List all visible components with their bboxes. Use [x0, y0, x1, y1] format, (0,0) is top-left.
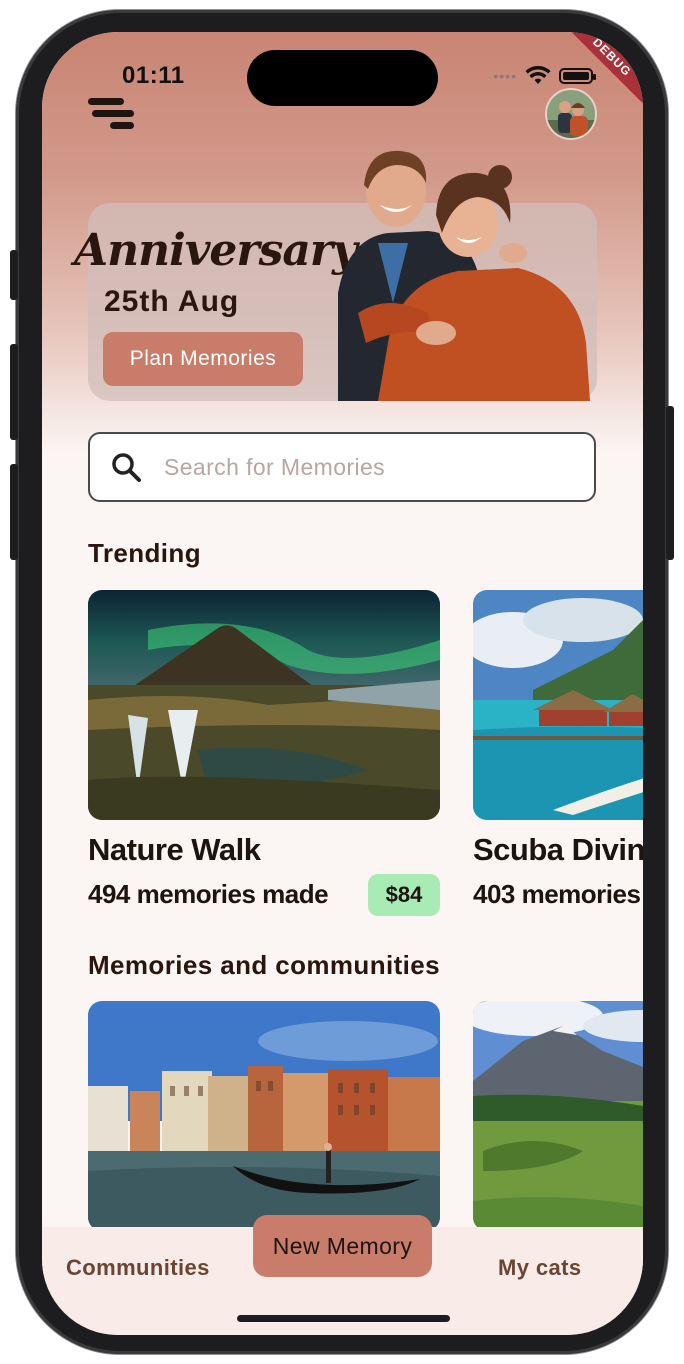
new-memory-button[interactable]: New Memory	[253, 1215, 432, 1277]
nature-walk-name: Nature Walk	[88, 832, 261, 867]
search-icon	[112, 453, 141, 482]
volume-down-button	[10, 464, 18, 560]
banner-title: Anniversary	[74, 225, 358, 276]
dynamic-island	[247, 50, 438, 106]
scuba-diving-image[interactable]	[473, 590, 643, 820]
communities-title: Memories and communities	[88, 950, 441, 980]
volume-up-button	[10, 344, 18, 440]
status-time: 01:11	[122, 62, 185, 89]
menu-icon[interactable]	[88, 98, 134, 130]
battery-icon	[559, 68, 596, 84]
app-screen: 01:11 •••• DEBUG Anniversary 25th Aug Pl…	[42, 32, 643, 1335]
scuba-diving-subtitle: 403 memories	[473, 879, 641, 909]
silent-switch	[10, 250, 18, 300]
scuba-diving-name: Scuba Divin	[473, 832, 643, 867]
signal-icon: ••••	[493, 68, 517, 84]
nav-my-cats[interactable]: My cats	[498, 1255, 582, 1281]
avatar[interactable]	[545, 88, 597, 140]
nature-walk-image[interactable]	[88, 590, 440, 820]
venice-image[interactable]	[88, 1001, 440, 1231]
trending-title: Trending	[88, 538, 201, 568]
status-icons: ••••	[493, 66, 596, 86]
couple-photo	[338, 150, 590, 401]
banner-date: 25th Aug	[104, 285, 240, 318]
mountain-meadow-image[interactable]	[473, 1001, 643, 1231]
search-input[interactable]: Search for Memories	[88, 432, 596, 502]
plan-memories-button[interactable]: Plan Memories	[103, 332, 303, 386]
home-indicator[interactable]	[237, 1315, 450, 1322]
power-button	[666, 406, 674, 560]
nav-communities[interactable]: Communities	[66, 1255, 210, 1281]
nature-walk-subtitle: 494 memories made	[88, 879, 329, 909]
anniversary-banner: Anniversary 25th Aug Plan Memories	[74, 150, 597, 401]
nature-walk-price: $84	[368, 874, 440, 916]
wifi-icon	[525, 66, 551, 84]
search-placeholder: Search for Memories	[164, 453, 386, 480]
